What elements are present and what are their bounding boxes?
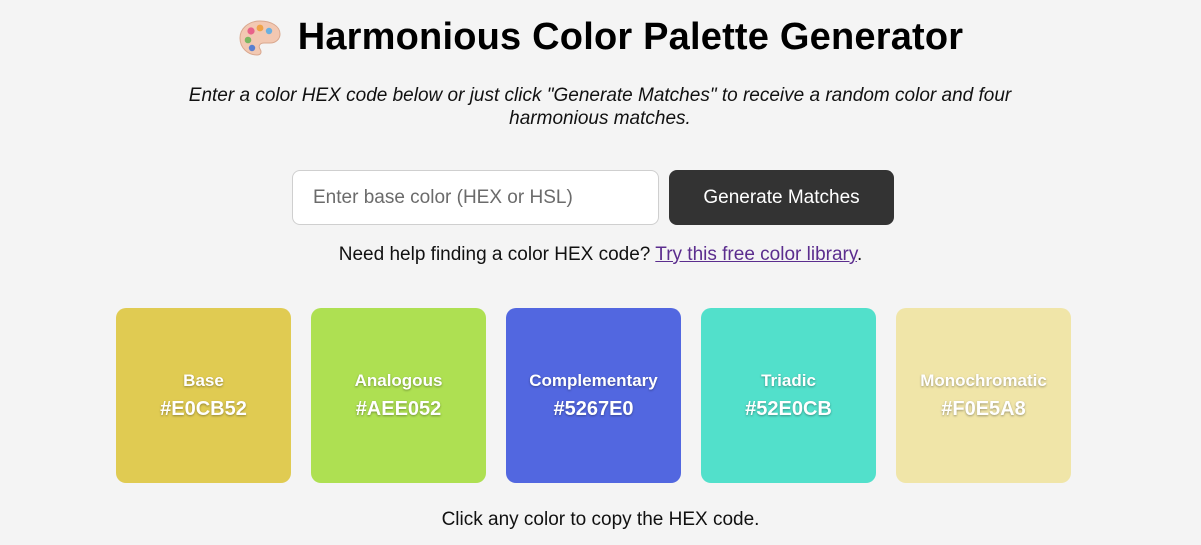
swatch-name: Triadic bbox=[761, 370, 816, 390]
swatch-name: Complementary bbox=[529, 370, 658, 390]
generate-matches-button[interactable]: Generate Matches bbox=[669, 170, 894, 225]
help-line: Need help finding a color HEX code? Try … bbox=[0, 244, 1201, 266]
color-library-link[interactable]: Try this free color library bbox=[655, 244, 857, 265]
artist-palette-icon bbox=[238, 18, 282, 58]
swatch-complementary[interactable]: Complementary #5267E0 bbox=[506, 308, 681, 483]
swatch-hex: #52E0CB bbox=[745, 397, 832, 420]
page-title: Harmonious Color Palette Generator bbox=[297, 16, 964, 58]
color-controls: Generate Matches bbox=[292, 170, 894, 225]
swatch-analogous[interactable]: Analogous #AEE052 bbox=[311, 308, 486, 483]
header: Harmonious Color Palette Generator bbox=[0, 16, 1201, 59]
swatch-monochromatic[interactable]: Monochromatic #F0E5A8 bbox=[896, 308, 1071, 483]
swatch-base[interactable]: Base #E0CB52 bbox=[116, 308, 291, 483]
swatch-hex: #5267E0 bbox=[553, 397, 634, 420]
help-text: Need help finding a color HEX code? bbox=[338, 244, 656, 265]
swatch-name: Base bbox=[183, 370, 224, 390]
swatch-hex: #AEE052 bbox=[355, 397, 442, 420]
swatch-name: Analogous bbox=[354, 370, 443, 390]
help-suffix: . bbox=[856, 244, 863, 265]
page-subtitle: Enter a color HEX code below or just cli… bbox=[188, 85, 1012, 129]
swatch-triadic[interactable]: Triadic #52E0CB bbox=[701, 308, 876, 483]
base-color-input[interactable] bbox=[292, 170, 659, 225]
swatch-hex: #E0CB52 bbox=[160, 397, 247, 420]
page: Harmonious Color Palette Generator Enter… bbox=[0, 0, 1201, 545]
copy-instruction: Click any color to copy the HEX code. bbox=[441, 509, 760, 530]
swatch-hex: #F0E5A8 bbox=[941, 397, 1026, 420]
swatch-name: Monochromatic bbox=[920, 370, 1047, 390]
swatch-row: Base #E0CB52 Analogous #AEE052 Complemen… bbox=[116, 308, 1071, 483]
